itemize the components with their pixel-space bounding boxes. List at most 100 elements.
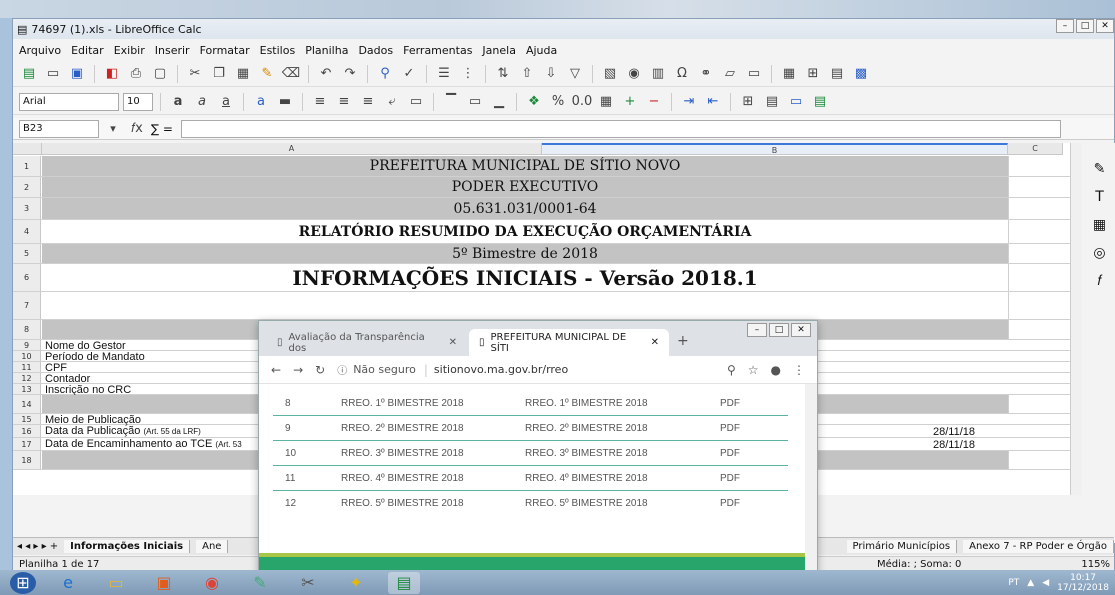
clone-icon[interactable]: ✎ [257, 64, 277, 84]
menu-exibir[interactable]: Exibir [114, 44, 145, 57]
row-2[interactable]: 2 PODER EXECUTIVO [13, 177, 1081, 198]
pdf-link[interactable]: PDF [720, 423, 740, 434]
menu-dots-icon[interactable]: ⋮ [793, 363, 805, 377]
zoom-icon[interactable]: ⚲ [727, 363, 736, 377]
menu-planilha[interactable]: Planilha [305, 44, 348, 57]
row-number[interactable]: 17 [13, 438, 41, 450]
cell-c[interactable] [1008, 395, 1063, 413]
clear-icon[interactable]: ⌫ [281, 64, 301, 84]
paste-icon[interactable]: ▦ [233, 64, 253, 84]
new-tab-icon[interactable]: + [677, 333, 689, 349]
special-char-icon[interactable]: Ω [672, 64, 692, 84]
browser-maximize-button[interactable]: □ [769, 323, 789, 337]
url-field[interactable]: sitionovo.ma.gov.br/rreo [434, 363, 568, 376]
tab-anexo-7[interactable]: Anexo 7 - RP Poder e Órgão [963, 540, 1114, 553]
pivot-icon[interactable]: ▥ [648, 64, 668, 84]
bookmark-star-icon[interactable]: ☆ [748, 363, 759, 377]
paint-icon[interactable]: ✎ [244, 572, 276, 594]
highlight-icon[interactable]: ▬ [275, 92, 295, 112]
align-bottom-icon[interactable]: ▁ [489, 92, 509, 112]
zoom-level[interactable]: 115% [1081, 559, 1110, 570]
function-wizard-icon[interactable]: 𝑓x [127, 119, 147, 139]
table-row[interactable]: 8 RREO. 1º BIMESTRE 2018 RREO. 1º BIMEST… [273, 391, 788, 416]
cell-c[interactable] [1008, 220, 1063, 243]
borders-icon[interactable]: ⊞ [738, 92, 758, 112]
sort-icon[interactable]: ⇅ [493, 64, 513, 84]
clock-time[interactable]: 10:17 [1070, 573, 1096, 583]
row-5[interactable]: 5 5º Bimestre de 2018 [13, 244, 1081, 264]
indent-decrease-icon[interactable]: ⇤ [703, 92, 723, 112]
pdf-link[interactable]: PDF [720, 448, 740, 459]
extension-icon[interactable]: ▩ [851, 64, 871, 84]
gallery-icon[interactable]: ▦ [1093, 217, 1106, 233]
tab-primario-municipios[interactable]: Primário Municípios [846, 540, 958, 553]
freeze-icon[interactable]: ▦ [779, 64, 799, 84]
preview-icon[interactable]: ▢ [150, 64, 170, 84]
table-row[interactable]: 11 RREO. 4º BIMESTRE 2018 RREO. 4º BIMES… [273, 466, 788, 491]
styles-icon[interactable]: T [1095, 189, 1104, 205]
row-7[interactable]: 7 [13, 292, 1081, 320]
row-icon[interactable]: ☰ [434, 64, 454, 84]
row-number[interactable]: 2 [13, 177, 41, 197]
formula-input[interactable] [180, 119, 1061, 138]
browser-close-button[interactable]: ✕ [791, 323, 811, 337]
table-row[interactable]: 10 RREO. 3º BIMESTRE 2018 RREO. 3º BIMES… [273, 441, 788, 466]
browser-tab-prefeitura[interactable]: ▯ PREFEITURA MUNICIPAL DE SÍTI ✕ [469, 329, 669, 356]
cell-c[interactable] [1008, 264, 1063, 291]
cell-date[interactable]: 28/11/18 [933, 439, 975, 451]
cell-report-title[interactable]: RELATÓRIO RESUMIDO DA EXECUÇÃO ORÇAMENTÁ… [42, 220, 1008, 243]
italic-icon[interactable]: a [192, 92, 212, 112]
undo-icon[interactable]: ↶ [316, 64, 336, 84]
network-icon[interactable]: ▲ [1027, 578, 1034, 588]
indent-increase-icon[interactable]: ⇥ [679, 92, 699, 112]
col-header-a[interactable]: A [42, 143, 542, 155]
close-tab-icon[interactable]: ✕ [449, 337, 457, 348]
explorer-icon[interactable]: ▭ [100, 572, 132, 594]
volume-icon[interactable]: ◀ [1042, 578, 1049, 588]
cell-empty[interactable] [42, 292, 1008, 319]
row-number[interactable]: 14 [13, 395, 41, 413]
ie-icon[interactable]: e [52, 572, 84, 594]
minimize-button[interactable]: – [1056, 19, 1074, 33]
spelling-icon[interactable]: ✓ [399, 64, 419, 84]
close-tab-icon[interactable]: ✕ [651, 337, 659, 348]
row-number[interactable]: 12 [13, 373, 41, 383]
font-name-combo[interactable]: Arial [19, 92, 119, 111]
align-left-icon[interactable]: ≡ [310, 92, 330, 112]
tool-icon[interactable]: ✂ [292, 572, 324, 594]
row-number[interactable]: 18 [13, 451, 41, 469]
cell-title-2[interactable]: PODER EXECUTIVO [42, 177, 1008, 197]
col-header-b[interactable]: B [542, 143, 1008, 155]
merge-icon[interactable]: ▭ [406, 92, 426, 112]
cell-c[interactable] [1008, 292, 1063, 319]
language-indicator[interactable]: PT [1008, 578, 1019, 588]
form-icon[interactable]: ▤ [827, 64, 847, 84]
column-icon[interactable]: ⋮ [458, 64, 478, 84]
row-number[interactable]: 10 [13, 351, 41, 361]
align-center-icon[interactable]: ≡ [334, 92, 354, 112]
border-style-icon[interactable]: ▤ [762, 92, 782, 112]
row-number[interactable]: 3 [13, 198, 41, 219]
percent-icon[interactable]: % [548, 92, 568, 112]
row-number[interactable]: 11 [13, 362, 41, 372]
border-color-icon[interactable]: ▭ [786, 92, 806, 112]
print-icon[interactable]: ⎙ [126, 64, 146, 84]
open-icon[interactable]: ▭ [43, 64, 63, 84]
corner-header[interactable] [13, 143, 42, 155]
row-number[interactable]: 7 [13, 292, 41, 319]
pdf-link[interactable]: PDF [720, 473, 740, 484]
underline-icon[interactable]: a [216, 92, 236, 112]
tab-nav-arrows[interactable]: ◂ ◂ ▸ ▸ + [17, 541, 58, 552]
security-label[interactable]: Não seguro [353, 363, 416, 376]
tab-informacoes-iniciais[interactable]: Informações Iniciais [64, 540, 191, 553]
copy-icon[interactable]: ❐ [209, 64, 229, 84]
calc-taskbar-icon[interactable]: ▤ [388, 571, 420, 594]
media-icon[interactable]: ▣ [148, 572, 180, 594]
add-decimal-icon[interactable]: + [620, 92, 640, 112]
name-box[interactable]: B23 [19, 119, 99, 138]
cell-c[interactable] [1008, 244, 1063, 263]
pdf-link[interactable]: PDF [720, 398, 740, 409]
bold-icon[interactable]: a [168, 92, 188, 112]
row-1[interactable]: 1 PREFEITURA MUNICIPAL DE SÍTIO NOVO [13, 156, 1081, 177]
vertical-scrollbar[interactable] [1070, 143, 1082, 495]
